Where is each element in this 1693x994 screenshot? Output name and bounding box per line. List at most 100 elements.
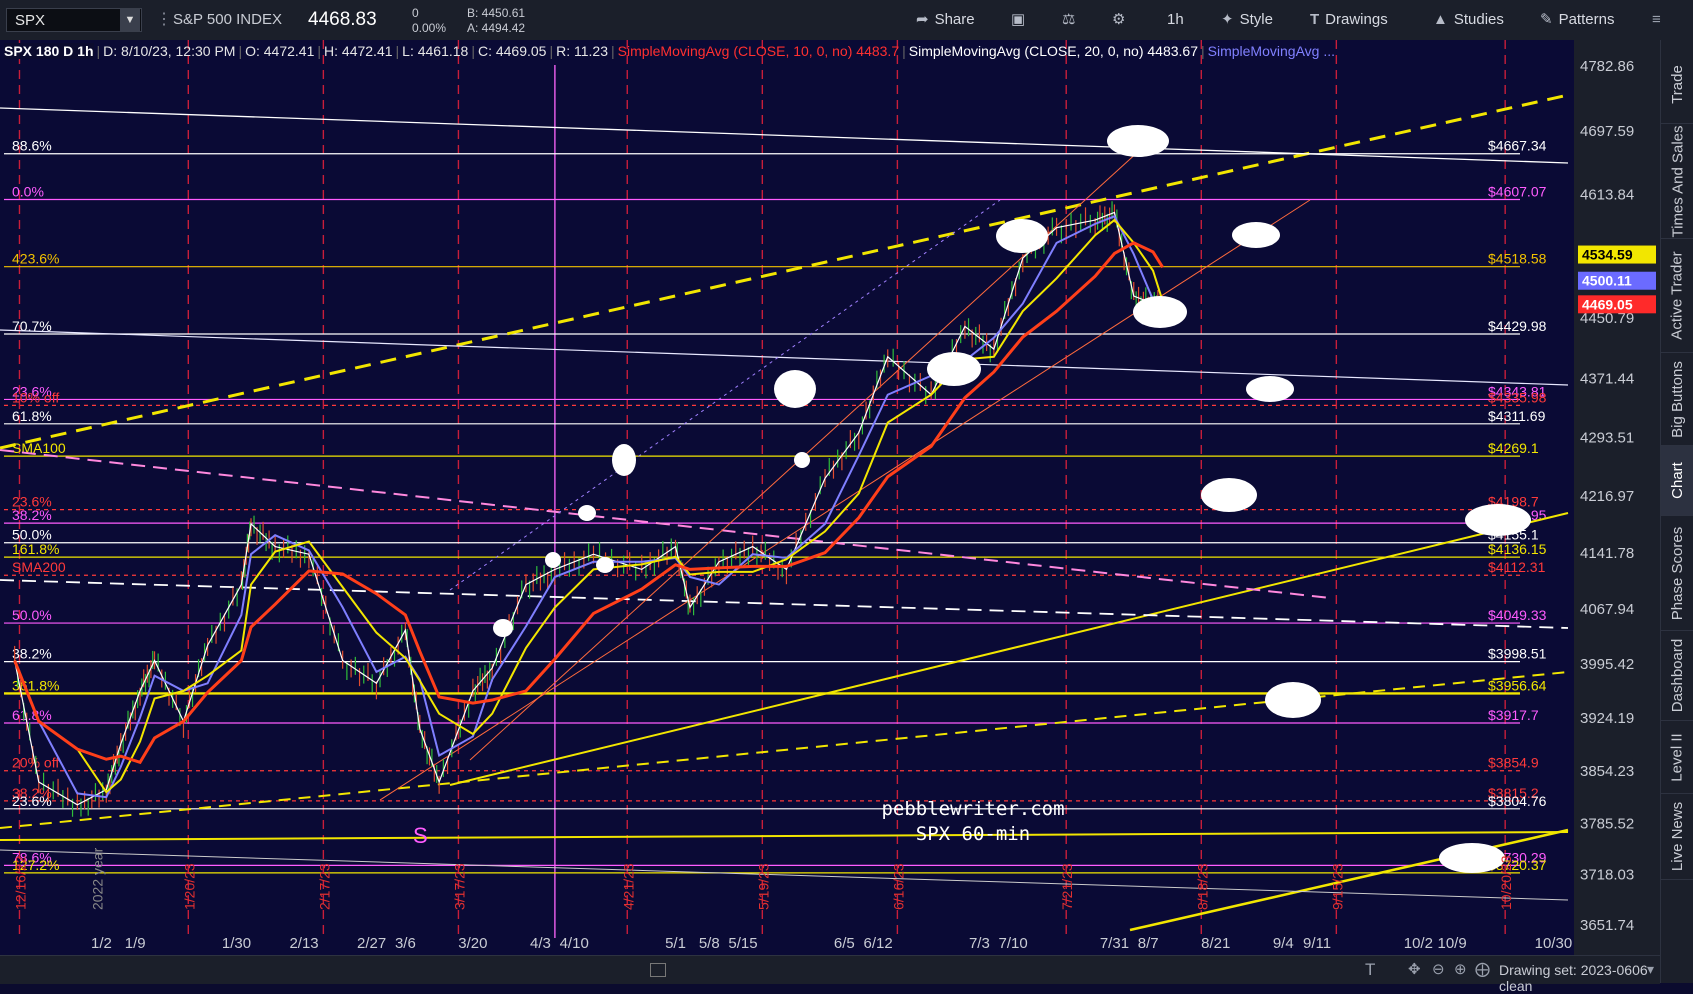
legend-high: H: 4472.41 [324,43,393,59]
x-tick-label: 9/4 [1273,935,1294,952]
watermark-caption: SPX 60-min [916,823,1030,845]
fib-level-price-label: $4667.34 [1488,138,1547,154]
study-legend: SPX 180 D 1h | D: 8/10/23, 12:30 PM | O: 447… [4,43,1335,59]
zoom-out-icon[interactable]: ⊖ [1432,960,1445,978]
plot-background [0,40,1660,955]
s-marker: S [413,823,428,848]
sidebar-tab-level-ii[interactable]: Level II [1661,721,1693,794]
fib-level-pct-label: 38.2% [12,507,52,523]
expiry-date-label: 9/15/23 [1329,863,1345,910]
x-tick-label: 2/13 [289,935,318,952]
legend-sma10-value: 4483.7 [856,43,900,59]
fib-level-price-label: $4269.1 [1488,440,1539,456]
x-tick-label: 7/31 [1100,935,1129,952]
pan-icon[interactable]: ✥ [1408,960,1421,978]
x-tick-label: 1/2 [91,935,112,952]
style-icon: ✦ [1221,11,1234,28]
chevron-down-icon[interactable]: ▾ [1647,961,1654,978]
fib-level-pct-label: 88.6% [12,138,52,154]
y-tick-label: 3995.42 [1580,656,1634,673]
x-tick-label: 3/6 [395,935,416,952]
drawings-button[interactable]: T Drawings [1310,0,1388,40]
zoom-in-icon[interactable]: ⊕ [1454,960,1467,978]
sidebar-tab-big-buttons[interactable]: Big Buttons [1661,353,1693,446]
annotation-ellipse [927,352,981,386]
price-chart[interactable]: $4667.34 88.6% $4607.07 0.0% $4518.58 423.6% $… [0,40,1660,955]
y-tick-label: 4293.51 [1580,430,1634,447]
x-tick-label: 5/15 [728,935,757,952]
fib-level-pct-label: 161.8% [12,541,59,557]
x-tick-label: 7/3 [969,935,990,952]
x-tick-label: 4/10 [560,935,589,952]
share-label: Share [934,11,975,28]
share-button[interactable]: ➦ Share [916,0,975,40]
settings-button[interactable]: ⚙ [1112,0,1131,40]
sidebar-tab-chart[interactable]: Chart [1661,446,1693,516]
display-settings-button[interactable]: ▣ [1011,0,1031,40]
x-tick-label: 10/30 [1535,935,1573,952]
bid-price: B: 4450.61 [467,6,526,20]
annotation-ellipse [596,557,614,573]
link-icon[interactable]: ⋮ [156,0,172,40]
legend-sma10[interactable]: SimpleMovingAvg (CLOSE, 10, 0, no) [618,43,853,59]
fib-level-pct-label: SMA200 [12,559,66,575]
fib-level-pct-label: 0.0% [12,183,44,199]
studies-button[interactable]: ▲ Studies [1433,0,1504,40]
sidebar-tab-dashboard[interactable]: Dashboard [1661,631,1693,721]
y-tick-label: 4371.44 [1580,370,1634,387]
y-tick-label: 4782.86 [1580,58,1634,75]
fib-level-price-label: $4049.33 [1488,607,1547,623]
drawings-label: Drawings [1325,11,1388,28]
fib-level-pct-label: 61.8% [12,707,52,723]
annotation-ellipse [1246,376,1294,402]
annotation-ellipse [996,219,1048,253]
legend-sma20[interactable]: SimpleMovingAvg (CLOSE, 20, 0, no) [909,43,1144,59]
sidebar-tab-label: Times And Sales [1669,125,1686,237]
y-tick-label: 4067.94 [1580,601,1634,618]
sidebar-tab-times-and-sales[interactable]: Times And Sales [1661,124,1693,239]
x-tick-label: 6/12 [863,935,892,952]
sidebar-tab-live-news[interactable]: Live News [1661,794,1693,880]
screen-icon: ▣ [1011,11,1026,28]
legend-sma3[interactable]: SimpleMovingAvg ... [1208,43,1335,59]
flask-button[interactable]: ⚖ [1062,0,1081,40]
fib-level-pct-label: SMA100 [12,440,66,456]
scroll-handle[interactable] [650,963,666,977]
watermark-site: pebblewriter.com [881,798,1064,820]
annotation-ellipse [1107,125,1169,157]
index-name: S&P 500 INDEX [173,11,282,28]
sidebar-tab-trade[interactable]: Trade [1661,46,1693,124]
crosshair-icon[interactable]: ⨁ [1475,960,1490,978]
symbol-dropdown-chevron-icon[interactable]: ▼ [120,9,140,31]
fib-level-pct-label: 38.2% [12,646,52,662]
price-badge: 4500.11 [1582,273,1632,289]
net-change: 0 [412,6,419,20]
fib-level-price-label: $4518.58 [1488,251,1547,267]
sidebar-tab-phase-scores[interactable]: Phase Scores [1661,516,1693,631]
annotation-ellipse [578,505,596,521]
y-tick-label: 3854.23 [1580,763,1634,780]
menu-icon[interactable]: ≡ [1652,0,1661,40]
sidebar-tab-label: Active Trader [1669,251,1686,340]
patterns-button[interactable]: ✎ Patterns [1540,0,1614,40]
x-tick-label: 1/9 [125,935,146,952]
style-button[interactable]: ✦ Style [1221,0,1273,40]
y-tick-label: 3651.74 [1580,917,1634,934]
gear-icon: ⚙ [1112,11,1126,28]
sidebar-tab-active-trader[interactable]: Active Trader [1661,239,1693,353]
price-badge: 4469.05 [1582,296,1633,312]
x-tick-label: 1/30 [222,935,251,952]
text-tool-icon[interactable]: T [1365,960,1375,980]
x-tick-label: 8/21 [1201,935,1230,952]
x-tick-label: 3/20 [458,935,487,952]
fib-level-price-label: $4112.31 [1488,559,1546,575]
fib-level-pct-label: 50.0% [12,607,52,623]
expiry-date-label: 3/17/23 [451,863,467,910]
expiry-date-label: 10/20/23 [1498,855,1514,910]
share-icon: ➦ [916,11,929,28]
annotation-ellipse [1265,682,1321,718]
interval-button[interactable]: 1h [1167,0,1184,40]
expiry-date-label: 2/17/23 [316,863,332,910]
x-tick-label: 9/11 [1303,935,1331,952]
fib-level-pct-label: 23.6% [12,793,52,809]
